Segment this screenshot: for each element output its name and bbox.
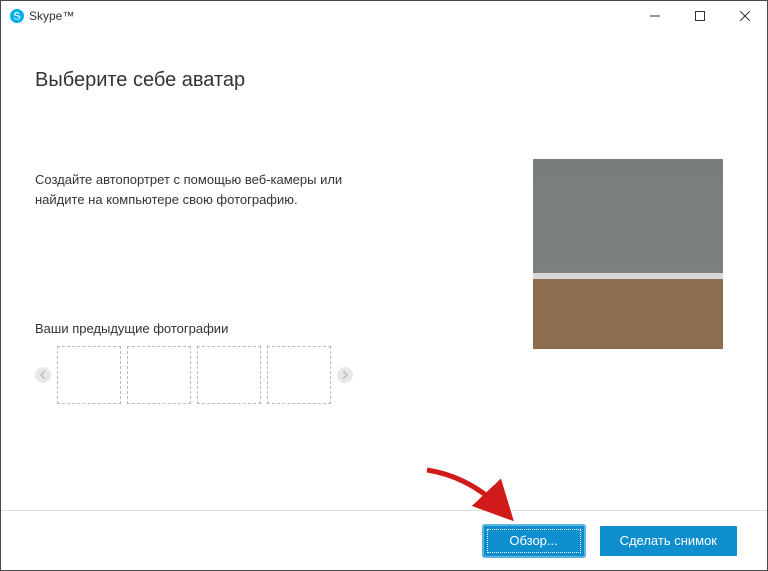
maximize-button[interactable]	[677, 1, 722, 31]
minimize-button[interactable]	[632, 1, 677, 31]
browse-button[interactable]: Обзор...	[484, 526, 584, 556]
close-button[interactable]	[722, 1, 767, 31]
thumbnails-row	[35, 346, 733, 404]
page-description: Создайте автопортрет с помощью веб-камер…	[35, 170, 395, 209]
next-arrow-icon[interactable]	[337, 367, 353, 383]
titlebar: Skype™	[1, 1, 767, 31]
thumbnail-slot[interactable]	[267, 346, 331, 404]
page-title: Выберите себе аватар	[35, 69, 733, 92]
take-snapshot-button[interactable]: Сделать снимок	[600, 526, 737, 556]
thumbnail-slot[interactable]	[127, 346, 191, 404]
avatar-preview	[533, 159, 723, 349]
window-controls	[632, 1, 767, 31]
content-area: Выберите себе аватар Создайте автопортре…	[1, 31, 767, 404]
window-title: Skype™	[29, 9, 74, 23]
thumbnail-slot[interactable]	[197, 346, 261, 404]
prev-arrow-icon[interactable]	[35, 367, 51, 383]
button-bar: Обзор... Сделать снимок	[1, 510, 767, 570]
skype-logo-icon	[9, 8, 25, 24]
skype-window: Skype™ Выберите себе аватар Создайте авт…	[0, 0, 768, 571]
thumbnail-slot[interactable]	[57, 346, 121, 404]
